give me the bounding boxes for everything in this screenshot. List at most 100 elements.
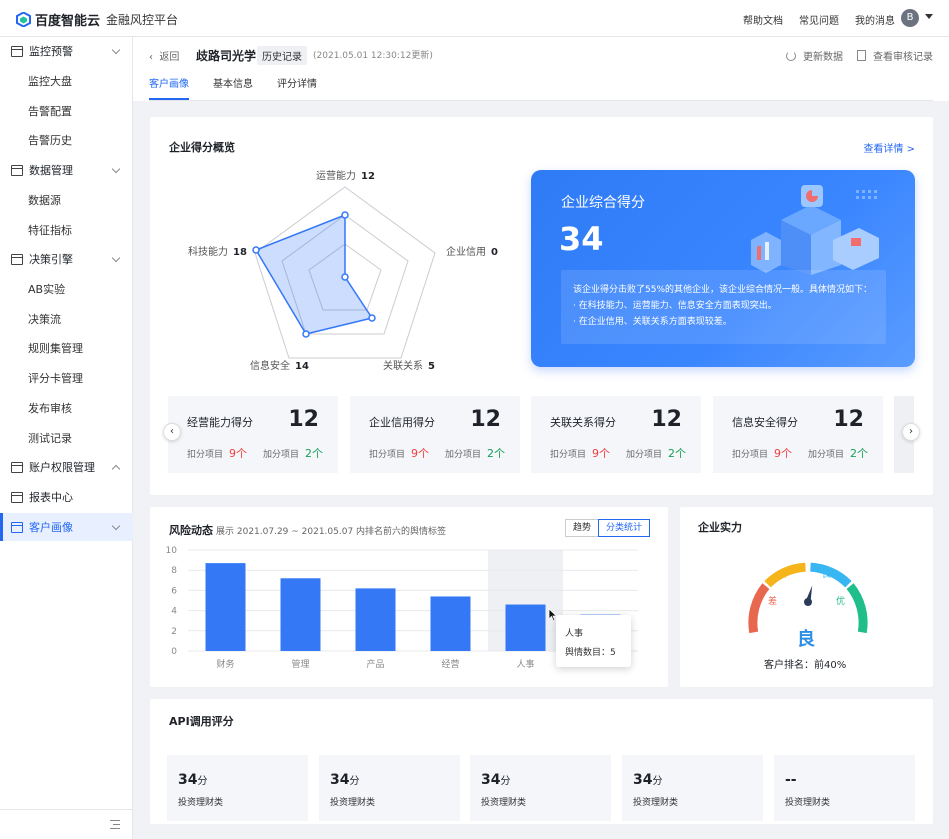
avatar[interactable]: B [901,9,919,27]
composite-score-title: 企业综合得分 [561,195,645,211]
brand-name: 百度智能云 [35,14,101,29]
faq-link[interactable]: 常见问题 [799,12,839,27]
overview-title: 企业得分概览 [169,141,235,154]
chart-bar[interactable] [430,596,471,651]
radar-label-relations: 关联关系 5 [383,361,435,372]
panel-icon [11,164,23,176]
x-tick-label: 管理 [291,658,309,670]
composite-description: 该企业得分击败了55%的其他企业，该企业综合情况一般。具体情况如下： · 在科技… [561,270,886,344]
risk-card: 风险动态 展示 2021.07.29 ~ 2021.05.07 内排名前六的舆情… [150,507,668,687]
cloud-logo-icon [16,11,31,28]
metric-card-relations[interactable]: 关联关系得分 12 扣分项目 9个 加分项目 2个 [531,396,701,473]
radar-label-tech: 科技能力 18 [188,247,247,258]
api-score-box: -- 投资理财类 [774,755,915,821]
gauge-level-mid: 中 [781,570,791,580]
sidebar-group-data[interactable]: 数据管理 [0,156,133,184]
sidebar-footer [0,809,133,839]
panel-icon [11,521,23,533]
back-link[interactable]: ‹ 返回 [149,48,179,63]
api-score-box: 34分 投资理财类 [167,755,308,821]
logo[interactable]: 百度智能云 金融风控平台 [16,10,178,29]
company-name: 歧路司光学 [196,49,257,63]
sidebar-item-release-review[interactable]: 发布审核 [0,394,133,422]
chart-bar[interactable] [505,604,546,651]
api-score-box: 34分 投资理财类 [319,755,460,821]
strength-title: 企业实力 [698,521,742,534]
overview-card: 企业得分概览 查看详情 > 运营能力 12 企业信用 0 关联关系 5 信息安全 14 … [150,117,933,495]
refresh-icon [786,50,796,61]
radar-label-credit: 企业信用 0 [446,247,498,258]
tab-score-details[interactable]: 评分详情 [277,75,317,100]
gauge-level-excellent: 优 [836,597,846,607]
chevron-down-icon [111,253,121,263]
api-title: API调用评分 [169,715,234,728]
radar-label-operations: 运营能力 12 [316,171,375,182]
chart-bar[interactable] [205,563,246,651]
refresh-button[interactable]: 更新数据 [786,48,843,63]
view-details-link[interactable]: 查看详情 > [863,140,915,155]
chart-bar[interactable] [355,588,396,651]
sidebar-group-customer-profile[interactable]: 客户画像 [0,513,133,541]
x-tick-label: 经营 [441,658,459,670]
carousel-next-button[interactable]: › [902,423,920,441]
strength-grade: 良 [797,629,815,650]
my-messages-link[interactable]: 我的消息 [855,12,895,27]
x-tick-label: 产品 [366,658,384,670]
strength-gauge [748,562,868,634]
sidebar-group-reports[interactable]: 报表中心 [0,483,133,511]
panel-icon [11,461,23,473]
caret-down-icon[interactable] [925,14,933,19]
api-card: API调用评分 34分 投资理财类 34分 投资理财类 34分 投资理财类 34分 投资… [150,699,933,824]
sidebar-group-decision[interactable]: 决策引擎 [0,245,133,273]
sidebar: 监控预警 监控大盘 告警配置 告警历史 数据管理 数据源 特征指标 决策引擎 A… [0,37,133,839]
update-time: (2021.05.01 12:30:12更新) [313,51,433,61]
sidebar-item-features[interactable]: 特征指标 [0,216,133,244]
chevron-down-icon [111,45,121,55]
gauge-level-poor: 差 [768,597,778,607]
page-header: ‹ 返回 歧路司光学 历史记录 (2021.05.01 12:30:12更新) … [133,37,949,101]
sidebar-item-alert-history[interactable]: 告警历史 [0,126,133,154]
y-tick-label: 4 [171,607,177,617]
y-tick-label: 8 [171,566,177,576]
product-name: 金融风控平台 [106,13,179,27]
collapse-menu-icon[interactable] [110,820,120,829]
tab-basic-info[interactable]: 基本信息 [213,75,253,100]
sidebar-item-monitor-dashboard[interactable]: 监控大盘 [0,67,133,95]
panel-icon [11,253,23,265]
building-illustration-icon [751,185,879,275]
chart-bar[interactable] [280,578,321,651]
sidebar-item-decision-flow[interactable]: 决策流 [0,305,133,333]
view-review-log-button[interactable]: 查看审核记录 [857,48,933,63]
metric-card-credit[interactable]: 企业信用得分 12 扣分项目 9个 加分项目 2个 [350,396,520,473]
radar-label-security: 信息安全 14 [250,361,309,372]
sidebar-item-scorecard[interactable]: 评分卡管理 [0,364,133,392]
radar-chart [252,186,436,359]
document-icon [857,50,866,61]
x-tick-label: 人事 [516,658,534,670]
y-tick-label: 0 [171,647,177,657]
tab-divider [149,100,933,101]
api-score-box: 34分 投资理财类 [622,755,763,821]
metric-card-security[interactable]: 信息安全得分 12 扣分项目 9个 加分项目 2个 [713,396,883,473]
panel-icon [11,491,23,503]
carousel-prev-button[interactable]: ‹ [163,423,181,441]
sidebar-item-data-source[interactable]: 数据源 [0,186,133,214]
sidebar-item-ruleset[interactable]: 规则集管理 [0,334,133,362]
x-tick-label: 财务 [216,658,234,670]
metric-card-operations[interactable]: 经营能力得分 12 扣分项目 9个 加分项目 2个 [168,396,338,473]
gauge-level-good: 良 [822,570,832,580]
y-tick-label: 6 [171,586,177,596]
tab-customer-profile[interactable]: 客户画像 [149,75,189,100]
sidebar-group-account[interactable]: 账户权限管理 [0,453,133,481]
customer-rank: 客户排名：前40% [764,660,847,671]
chevron-down-icon [111,521,121,531]
panel-icon [11,45,23,57]
sidebar-item-test-records[interactable]: 测试记录 [0,424,133,452]
sidebar-group-monitor[interactable]: 监控预警 [0,37,133,65]
help-docs-link[interactable]: 帮助文档 [743,12,783,27]
sidebar-item-ab-test[interactable]: AB实验 [0,275,133,303]
sidebar-item-alert-config[interactable]: 告警配置 [0,97,133,125]
mouse-cursor-icon [548,608,558,622]
y-tick-label: 2 [171,627,177,637]
history-tag[interactable]: 历史记录 [257,46,307,65]
